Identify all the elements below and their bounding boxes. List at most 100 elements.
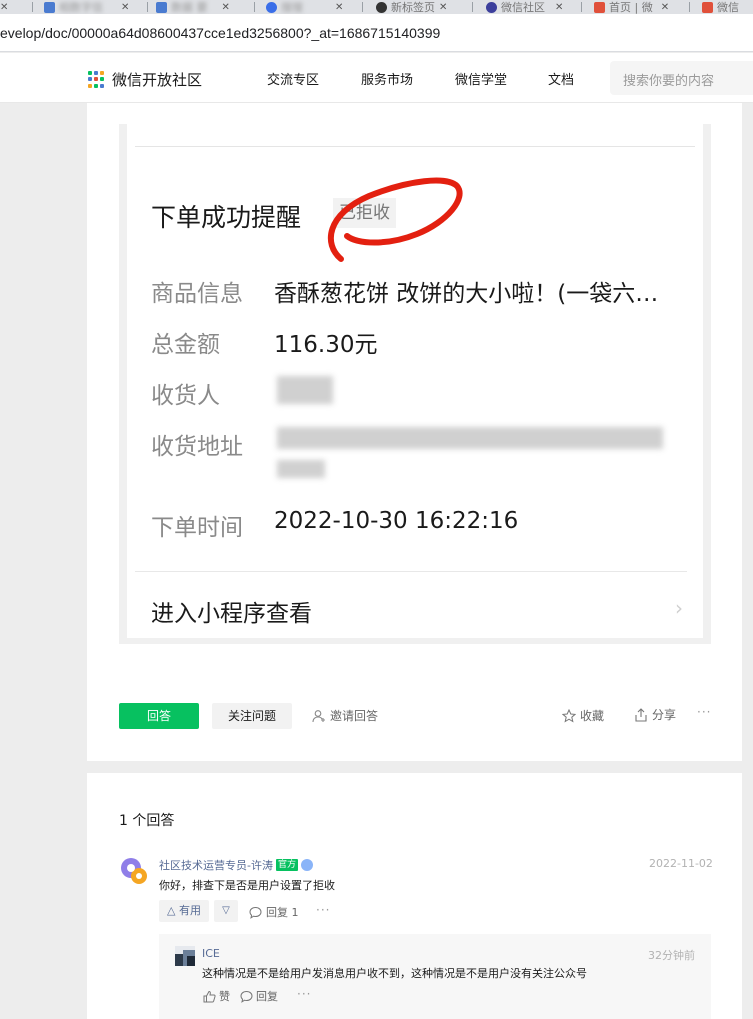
not-useful-button[interactable]: ▽ — [214, 900, 238, 922]
nav-item-services[interactable]: 服务市场 — [361, 69, 413, 88]
row-label-address: 收货地址 — [151, 434, 243, 460]
useful-button[interactable]: △ 有用 — [159, 900, 209, 922]
close-tab-icon[interactable]: ✕ — [555, 2, 563, 13]
row-value-order-time: 2022-10-30 16:22:16 — [274, 508, 519, 534]
like-label: 赞 — [219, 990, 230, 1003]
close-tab-icon[interactable]: ✕ — [439, 2, 447, 13]
chevron-right-icon: › — [675, 596, 683, 620]
reply-more-icon[interactable]: ··· — [297, 987, 311, 1001]
answer-content: 你好，排查下是否是用户设置了拒收 — [159, 879, 335, 892]
blurred-address-line1 — [277, 427, 663, 449]
nav-item-docs[interactable]: 文档 — [548, 69, 574, 88]
row-label-product: 商品信息 — [151, 281, 243, 307]
author-avatar[interactable] — [120, 856, 150, 886]
search-placeholder: 搜索你要的内容 — [623, 74, 715, 89]
thumbs-up-triangle-icon: △ — [167, 904, 179, 917]
tab-separator — [147, 2, 148, 12]
tab-label: 微信社区 — [501, 1, 545, 14]
like-button[interactable]: 赞 — [203, 988, 230, 1004]
github-favicon-icon — [376, 1, 387, 13]
tab-separator — [689, 2, 690, 12]
site-favicon-icon — [702, 1, 713, 13]
close-tab-icon[interactable]: ✕ — [222, 2, 230, 13]
browser-tab-6[interactable]: 微信社区 ✕ — [486, 0, 563, 14]
answer-date: 2022-11-02 — [649, 857, 713, 870]
url-text[interactable]: evelop/doc/00000a64d08600437cce1ed325680… — [0, 25, 440, 41]
invite-user-icon — [312, 709, 325, 722]
favorite-button[interactable]: 收藏 — [562, 707, 604, 724]
tab-separator — [362, 2, 363, 12]
row-label-recipient: 收货人 — [151, 383, 220, 409]
tab-separator — [472, 2, 473, 12]
tab-separator — [32, 2, 33, 12]
browser-tab-7[interactable]: 首页 | 微 ✕ — [594, 0, 669, 14]
share-icon — [635, 707, 647, 722]
browser-tab-5[interactable]: 新标签页 ✕ — [376, 0, 447, 14]
row-value-product: 香酥葱花饼 改饼的大小啦！(一袋六… — [274, 281, 659, 307]
reply-count-label: 回复 1 — [266, 906, 299, 919]
address-bar[interactable]: evelop/doc/00000a64d08600437cce1ed325680… — [0, 14, 753, 52]
answer-more-icon[interactable]: ··· — [316, 903, 330, 917]
question-screenshot[interactable]: 下单成功提醒 已拒收 商品信息 香酥葱花饼 改饼的大小啦！(一袋六… 总金额 1… — [119, 124, 711, 644]
reply-content: 这种情况是不是给用户发消息用户收不到，这种情况是不是用户没有关注公众号 — [202, 967, 587, 980]
follow-question-button[interactable]: 关注问题 — [212, 703, 292, 729]
logo-grid-icon — [88, 70, 106, 89]
divider — [135, 571, 687, 572]
triangle-down-icon: ▽ — [222, 905, 230, 916]
site-header: 微信开放社区 交流专区 服务市场 微信学堂 文档 搜索你要的内容 — [0, 53, 753, 103]
nav-item-academy[interactable]: 微信学堂 — [455, 69, 507, 88]
close-tab-icon[interactable]: ✕ — [335, 2, 343, 13]
official-badge: 官方 — [275, 859, 298, 871]
close-tab-icon[interactable]: ✕ — [121, 2, 129, 13]
invite-label: 邀请回答 — [330, 709, 379, 723]
favorite-label: 收藏 — [580, 709, 605, 723]
tab-label: 首页 | 微 — [609, 1, 653, 14]
reply-label: 回复 — [256, 990, 278, 1003]
row-label-order-time: 下单时间 — [151, 515, 243, 541]
browser-tab-strip: ✕ 相数字信 ✕ 数据 要 ✕ 搜搜 ✕ 新标签页 ✕ 微信社区 ✕ 首页 | 微 ✕ 微信 — [0, 0, 753, 14]
star-icon — [562, 708, 576, 723]
doc-favicon-icon — [44, 1, 55, 13]
browser-tab-4[interactable]: 搜搜 ✕ — [266, 0, 343, 14]
reply-time: 32分钟前 — [648, 949, 695, 962]
thumbs-up-icon — [203, 990, 216, 1002]
site-favicon-icon — [594, 1, 605, 13]
close-tab-icon[interactable]: ✕ — [0, 2, 8, 13]
comment-icon — [240, 990, 253, 1003]
row-label-amount: 总金额 — [151, 332, 220, 358]
site-logo[interactable]: 微信开放社区 — [88, 69, 202, 90]
blurred-address-line2 — [277, 460, 325, 478]
row-value-amount: 116.30元 — [274, 332, 378, 358]
share-label: 分享 — [652, 708, 677, 722]
nav-item-exchange[interactable]: 交流专区 — [267, 69, 319, 88]
browser-tab-2[interactable]: 相数字信 ✕ — [44, 0, 129, 14]
useful-label: 有用 — [178, 904, 201, 917]
tab-separator — [581, 2, 582, 12]
search-input[interactable]: 搜索你要的内容 — [610, 61, 753, 95]
reply-author-avatar[interactable] — [175, 946, 195, 966]
app-favicon-icon — [266, 1, 277, 13]
blurred-recipient — [277, 376, 333, 404]
tab-label: 新标签页 — [391, 1, 435, 14]
reply-author-name[interactable]: ICE — [202, 947, 220, 960]
tab-separator — [254, 2, 255, 12]
invite-answer-button[interactable]: 邀请回答 — [312, 707, 378, 724]
browser-tab-3[interactable]: 数据 要 ✕ — [156, 0, 230, 14]
verified-icon — [300, 859, 313, 871]
reply-to-reply-button[interactable]: 回复 — [240, 988, 278, 1004]
wechat-favicon-icon — [486, 1, 497, 13]
enter-mini-program-label: 进入小程序查看 — [151, 601, 312, 627]
notification-title: 下单成功提醒 — [151, 203, 302, 232]
tab-label: 微信 — [717, 1, 739, 14]
comment-icon — [249, 906, 262, 919]
more-options-icon[interactable]: ··· — [697, 705, 711, 719]
answer-button[interactable]: 回答 — [119, 703, 199, 729]
browser-tab-8[interactable]: 微信 — [702, 0, 739, 14]
share-button[interactable]: 分享 — [634, 706, 676, 723]
divider — [135, 146, 695, 147]
browser-tab-1[interactable]: ✕ — [0, 0, 8, 14]
reply-button[interactable]: 回复 1 — [249, 904, 299, 920]
answer-author[interactable]: 社区技术运营专员-许涛 官方 — [159, 857, 313, 873]
doc-favicon-icon — [156, 1, 167, 13]
close-tab-icon[interactable]: ✕ — [661, 2, 669, 13]
